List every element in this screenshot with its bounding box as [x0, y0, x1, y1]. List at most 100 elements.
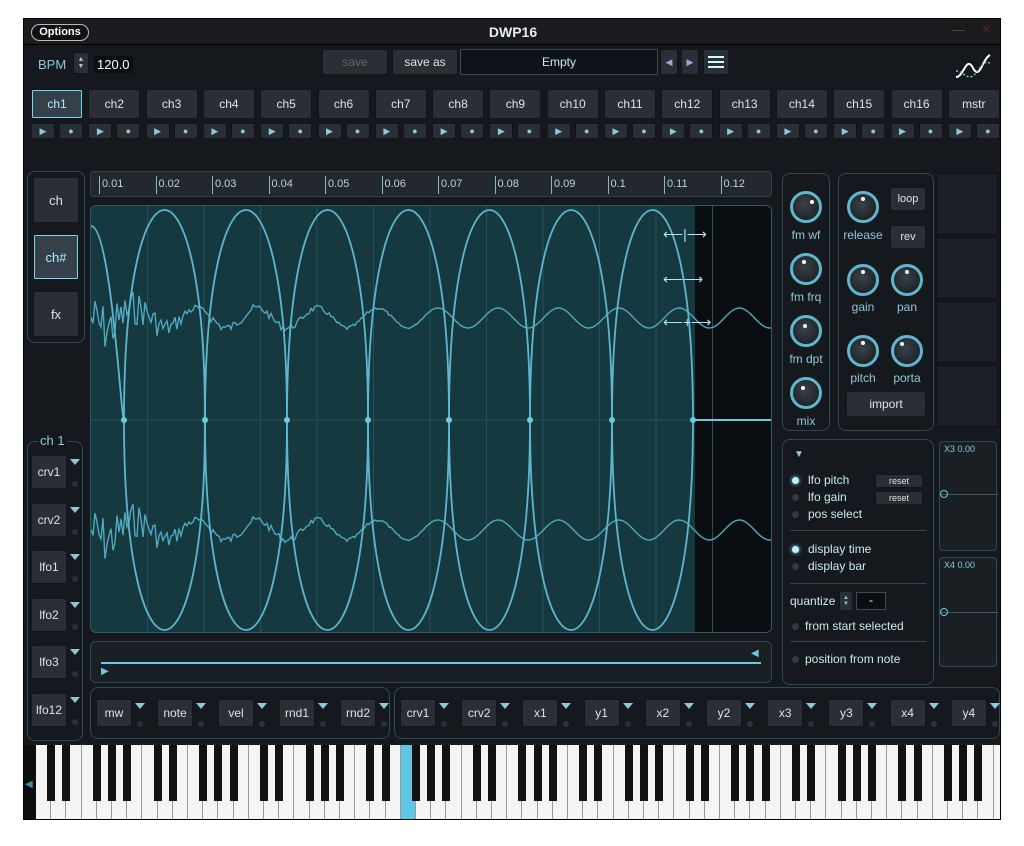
lfo-point[interactable]: [609, 417, 615, 423]
menu-button[interactable]: [703, 49, 729, 75]
dropdown-arrow-icon[interactable]: [379, 703, 389, 709]
record-icon[interactable]: ●: [116, 123, 141, 139]
piano-keyboard[interactable]: C1C2C3C4C5C6C7C8C9: [36, 745, 1000, 819]
quantize-stepper[interactable]: ▲ ▼: [839, 591, 853, 611]
record-icon[interactable]: ●: [59, 123, 83, 139]
modsource-button-note[interactable]: note: [157, 699, 193, 727]
dropdown-arrow-icon[interactable]: [928, 703, 939, 709]
xy-source-button-y1[interactable]: y1: [583, 699, 620, 727]
display-time-radio[interactable]: [792, 546, 799, 553]
play-icon[interactable]: ▶: [432, 123, 457, 139]
mod-button-lfo2[interactable]: lfo2: [31, 597, 67, 632]
piano-black-key[interactable]: [92, 745, 101, 801]
record-icon[interactable]: ●: [632, 123, 656, 139]
record-icon[interactable]: ●: [861, 123, 886, 139]
xy-source-button-y3[interactable]: y3: [828, 699, 865, 727]
keyboard-scroll-left-icon[interactable]: ◀: [25, 779, 33, 790]
piano-black-key[interactable]: [214, 745, 223, 801]
xy-pad-4-handle[interactable]: [940, 608, 948, 616]
dropdown-arrow-icon[interactable]: [70, 601, 80, 608]
play-icon[interactable]: ▶: [317, 123, 342, 139]
piano-black-key[interactable]: [260, 745, 268, 801]
piano-black-key[interactable]: [746, 745, 755, 801]
fm-wf-knob[interactable]: [790, 191, 822, 223]
piano-black-key[interactable]: [320, 745, 329, 801]
piano-black-key[interactable]: [62, 745, 71, 801]
pan-knob[interactable]: [891, 264, 923, 296]
record-icon[interactable]: ●: [460, 123, 485, 139]
channel-tab-ch8[interactable]: ch8: [432, 89, 485, 119]
release-knob[interactable]: [847, 191, 879, 223]
piano-black-key[interactable]: [533, 745, 542, 801]
piano-black-key[interactable]: [153, 745, 162, 801]
position-slider-track[interactable]: [101, 662, 761, 664]
tab-fx[interactable]: fx: [33, 291, 79, 337]
piano-black-key[interactable]: [837, 745, 846, 801]
piano-black-key[interactable]: [488, 745, 496, 801]
xy-source-button-y4[interactable]: y4: [950, 699, 987, 727]
piano-black-key[interactable]: [913, 745, 922, 801]
channel-tab-ch3[interactable]: ch3: [145, 89, 198, 119]
waveform-display[interactable]: ⟵|⟶ ⟵⟶ ⟵+⟶: [90, 205, 772, 633]
piano-black-key[interactable]: [168, 745, 177, 801]
next-preset-button[interactable]: ▶: [681, 49, 699, 75]
slot-4[interactable]: [936, 365, 998, 427]
record-icon[interactable]: ●: [746, 123, 771, 139]
pitch-knob[interactable]: [847, 335, 879, 367]
slot-1[interactable]: [936, 173, 998, 235]
piano-black-key[interactable]: [959, 745, 968, 801]
play-icon[interactable]: ▶: [202, 123, 227, 139]
channel-tab-ch14[interactable]: ch14: [775, 89, 828, 119]
collapse-icon[interactable]: ▼: [794, 449, 804, 460]
channel-tab-ch9[interactable]: ch9: [489, 89, 542, 119]
piano-black-key[interactable]: [548, 745, 557, 801]
piano-black-key[interactable]: [366, 745, 375, 801]
lfo-point[interactable]: [527, 417, 533, 423]
piano-black-key[interactable]: [624, 745, 633, 801]
mod-button-crv1[interactable]: crv1: [31, 455, 67, 489]
bpm-value[interactable]: 120.0: [94, 56, 133, 73]
piano-black-key[interactable]: [336, 745, 344, 801]
xy-pad-3-handle[interactable]: [940, 490, 948, 498]
dropdown-arrow-icon[interactable]: [683, 703, 694, 709]
piano-black-key[interactable]: [472, 745, 481, 801]
dropdown-arrow-icon[interactable]: [257, 703, 267, 709]
modsource-button-rnd1[interactable]: rnd1: [279, 699, 315, 727]
piano-black-key[interactable]: [594, 745, 603, 801]
modsource-button-mw[interactable]: mw: [96, 699, 132, 727]
move-handle-icon[interactable]: ⟵+⟶: [663, 314, 711, 331]
mod-button-lfo3[interactable]: lfo3: [31, 645, 67, 679]
slot-3[interactable]: [936, 301, 998, 363]
quantize-value[interactable]: -: [856, 592, 886, 610]
slot-2[interactable]: [936, 237, 998, 299]
modsource-button-rnd2[interactable]: rnd2: [340, 699, 376, 727]
dropdown-arrow-icon[interactable]: [196, 703, 206, 709]
record-icon[interactable]: ●: [173, 123, 198, 139]
xy-source-button-x1[interactable]: x1: [522, 699, 559, 727]
lfo-point[interactable]: [284, 417, 290, 423]
play-icon[interactable]: ▶: [489, 123, 514, 139]
lfo-point[interactable]: [202, 417, 208, 423]
mod-button-lfo1[interactable]: lfo1: [31, 550, 67, 584]
timeline-ruler[interactable]: 0.01 0.02 0.03 0.04 0.05 0.06 0.07 0.08 0.09 0.1 0…: [90, 171, 772, 197]
dropdown-arrow-icon[interactable]: [745, 703, 755, 709]
piano-black-key[interactable]: [47, 745, 56, 801]
fm-frq-knob[interactable]: [790, 253, 822, 285]
porta-knob[interactable]: [891, 335, 923, 367]
channel-tab-ch2[interactable]: ch2: [88, 89, 141, 119]
piano-black-key[interactable]: [108, 745, 116, 801]
record-icon[interactable]: ●: [230, 123, 255, 139]
lfo-point[interactable]: [365, 417, 371, 423]
piano-black-key[interactable]: [792, 745, 800, 801]
play-icon[interactable]: ▶: [947, 123, 972, 139]
record-icon[interactable]: ●: [918, 123, 943, 139]
channel-tab-ch5[interactable]: ch5: [260, 89, 313, 119]
channel-tab-ch1[interactable]: ch1: [31, 89, 83, 119]
lfo-point[interactable]: [121, 417, 127, 423]
dropdown-arrow-icon[interactable]: [500, 703, 511, 709]
play-icon[interactable]: ▶: [546, 123, 571, 139]
lfo-point[interactable]: [690, 417, 696, 423]
piano-black-key[interactable]: [974, 745, 983, 801]
record-icon[interactable]: ●: [345, 123, 370, 139]
stretch-handle-icon[interactable]: ⟵⟶: [663, 271, 703, 288]
